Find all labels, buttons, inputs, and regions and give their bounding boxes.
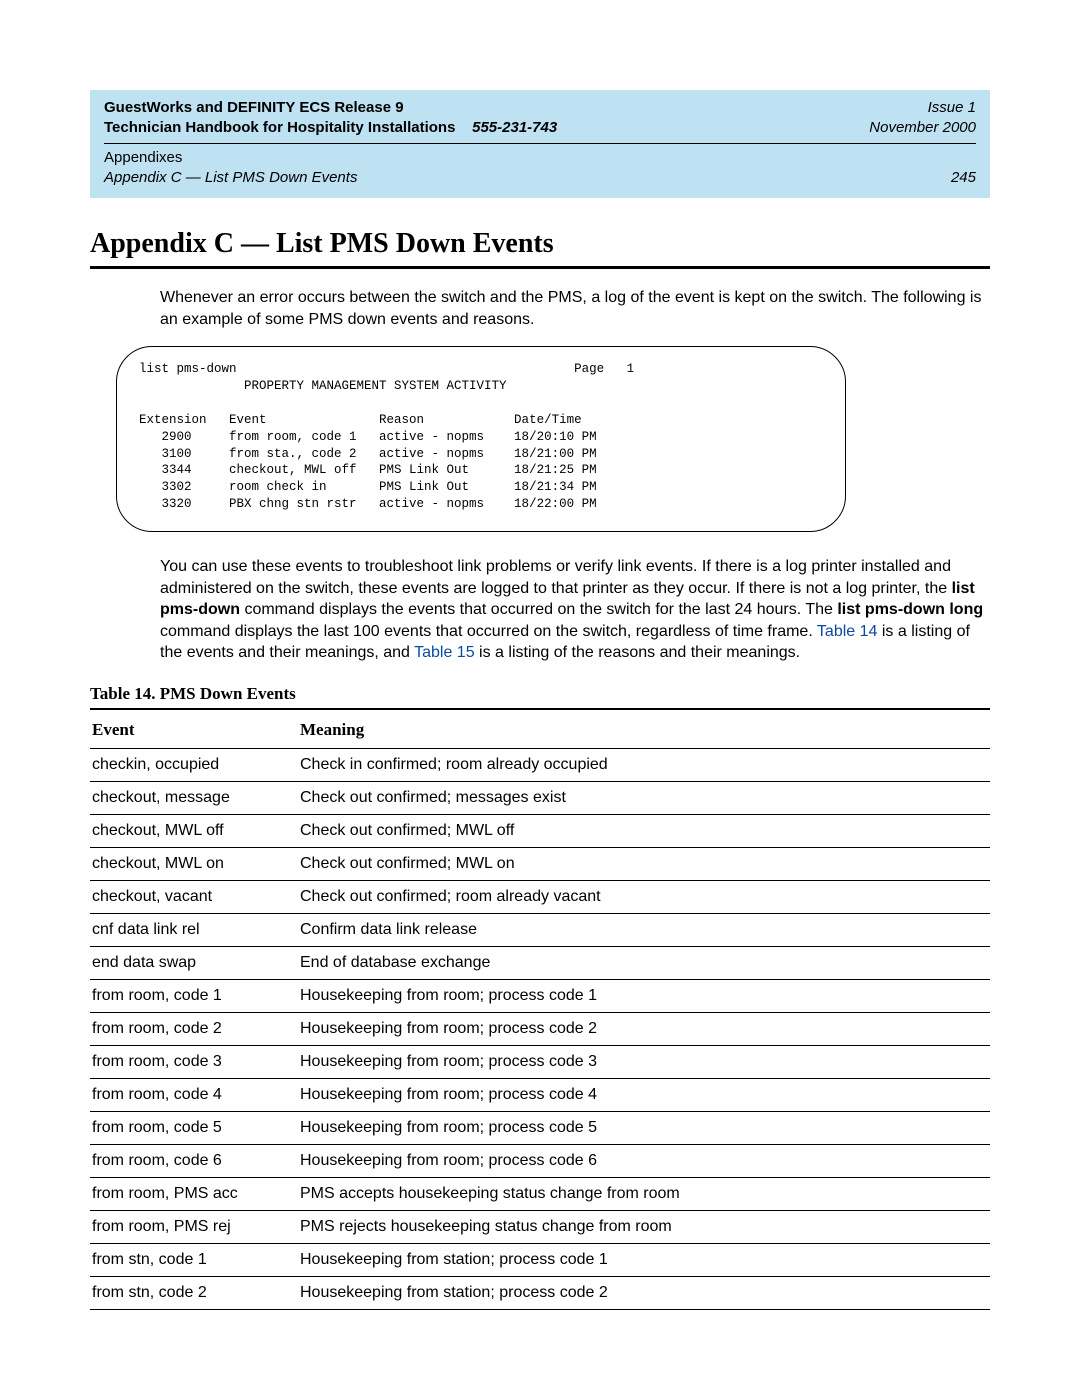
events-table: Event Meaning checkin, occupiedCheck in … (90, 708, 990, 1310)
th-meaning: Meaning (298, 709, 990, 749)
cell-meaning: Confirm data link release (298, 914, 990, 947)
cell-event: checkout, MWL on (90, 848, 298, 881)
table-row: from room, code 2Housekeeping from room;… (90, 1013, 990, 1046)
link-table-15[interactable]: Table 15 (414, 644, 475, 661)
cell-meaning: Housekeeping from station; process code … (298, 1244, 990, 1277)
table-row: from room, code 6Housekeeping from room;… (90, 1145, 990, 1178)
cell-meaning: Housekeeping from room; process code 2 (298, 1013, 990, 1046)
cell-event: from room, code 3 (90, 1046, 298, 1079)
cell-meaning: Check out confirmed; MWL off (298, 815, 990, 848)
cell-meaning: Housekeeping from station; process code … (298, 1277, 990, 1310)
table-row: cnf data link relConfirm data link relea… (90, 914, 990, 947)
doc-handbook: Technician Handbook for Hospitality Inst… (104, 119, 455, 136)
page-number: 245 (951, 169, 976, 186)
header-divider (104, 143, 976, 144)
link-table-14[interactable]: Table 14 (817, 623, 878, 640)
cell-meaning: PMS rejects housekeeping status change f… (298, 1211, 990, 1244)
cell-event: from room, code 5 (90, 1112, 298, 1145)
table-row: end data swapEnd of database exchange (90, 947, 990, 980)
para-text: You can use these events to troubleshoot… (160, 558, 952, 597)
cell-event: from room, PMS rej (90, 1211, 298, 1244)
section-line: Appendix C — List PMS Down Events (104, 169, 357, 186)
cell-event: from room, code 1 (90, 980, 298, 1013)
doc-date: November 2000 (869, 119, 976, 136)
cell-event: from stn, code 1 (90, 1244, 298, 1277)
para-text: command displays the events that occurre… (240, 601, 837, 618)
intro-paragraph: Whenever an error occurs between the swi… (160, 287, 990, 330)
page-title: Appendix C — List PMS Down Events (90, 228, 990, 260)
cell-event: from stn, code 2 (90, 1277, 298, 1310)
cell-event: from room, PMS acc (90, 1178, 298, 1211)
terminal-output: list pms-down Page 1 PROPERTY MANAGEMENT… (116, 346, 846, 532)
cell-event: from room, code 4 (90, 1079, 298, 1112)
table-row: checkout, vacantCheck out confirmed; roo… (90, 881, 990, 914)
section-group: Appendixes (104, 148, 976, 168)
table-row: checkout, messageCheck out confirmed; me… (90, 782, 990, 815)
title-rule (90, 266, 990, 269)
cell-meaning: Check in confirmed; room already occupie… (298, 749, 990, 782)
cell-event: checkin, occupied (90, 749, 298, 782)
table-row: from room, PMS accPMS accepts housekeepi… (90, 1178, 990, 1211)
page: GuestWorks and DEFINITY ECS Release 9 Is… (0, 0, 1080, 1350)
table-row: from room, PMS rejPMS rejects housekeepi… (90, 1211, 990, 1244)
doc-issue: Issue 1 (928, 99, 976, 116)
table-row: checkout, MWL offCheck out confirmed; MW… (90, 815, 990, 848)
cell-meaning: End of database exchange (298, 947, 990, 980)
table-row: checkin, occupiedCheck in confirmed; roo… (90, 749, 990, 782)
cell-meaning: Check out confirmed; MWL on (298, 848, 990, 881)
th-event: Event (90, 709, 298, 749)
table-row: from room, code 5Housekeeping from room;… (90, 1112, 990, 1145)
table-row: checkout, MWL onCheck out confirmed; MWL… (90, 848, 990, 881)
table-row: from stn, code 1Housekeeping from statio… (90, 1244, 990, 1277)
cell-meaning: Housekeeping from room; process code 6 (298, 1145, 990, 1178)
table-row: from stn, code 2Housekeeping from statio… (90, 1277, 990, 1310)
cell-event: checkout, vacant (90, 881, 298, 914)
cell-meaning: Housekeeping from room; process code 1 (298, 980, 990, 1013)
table-row: from room, code 3Housekeeping from room;… (90, 1046, 990, 1079)
para-text: is a listing of the reasons and their me… (475, 644, 801, 661)
cell-event: checkout, MWL off (90, 815, 298, 848)
table-caption: Table 14. PMS Down Events (90, 684, 990, 704)
cell-meaning: Housekeeping from room; process code 4 (298, 1079, 990, 1112)
cell-event: end data swap (90, 947, 298, 980)
explanation-paragraph: You can use these events to troubleshoot… (160, 556, 990, 664)
cell-meaning: Housekeeping from room; process code 5 (298, 1112, 990, 1145)
doc-title: GuestWorks and DEFINITY ECS Release 9 (104, 99, 404, 116)
cell-event: cnf data link rel (90, 914, 298, 947)
table-header-row: Event Meaning (90, 709, 990, 749)
cell-meaning: Housekeeping from room; process code 3 (298, 1046, 990, 1079)
doc-header: GuestWorks and DEFINITY ECS Release 9 Is… (90, 90, 990, 198)
para-text: command displays the last 100 events tha… (160, 623, 817, 640)
terminal-pre: list pms-down Page 1 PROPERTY MANAGEMENT… (116, 346, 846, 532)
doc-number: 555-231-743 (472, 119, 557, 136)
cell-meaning: Check out confirmed; messages exist (298, 782, 990, 815)
cell-meaning: PMS accepts housekeeping status change f… (298, 1178, 990, 1211)
cell-event: checkout, message (90, 782, 298, 815)
cell-event: from room, code 2 (90, 1013, 298, 1046)
cmd-list-pms-down-long: list pms-down long (837, 601, 983, 618)
cell-meaning: Check out confirmed; room already vacant (298, 881, 990, 914)
table-row: from room, code 1Housekeeping from room;… (90, 980, 990, 1013)
table-row: from room, code 4Housekeeping from room;… (90, 1079, 990, 1112)
cell-event: from room, code 6 (90, 1145, 298, 1178)
